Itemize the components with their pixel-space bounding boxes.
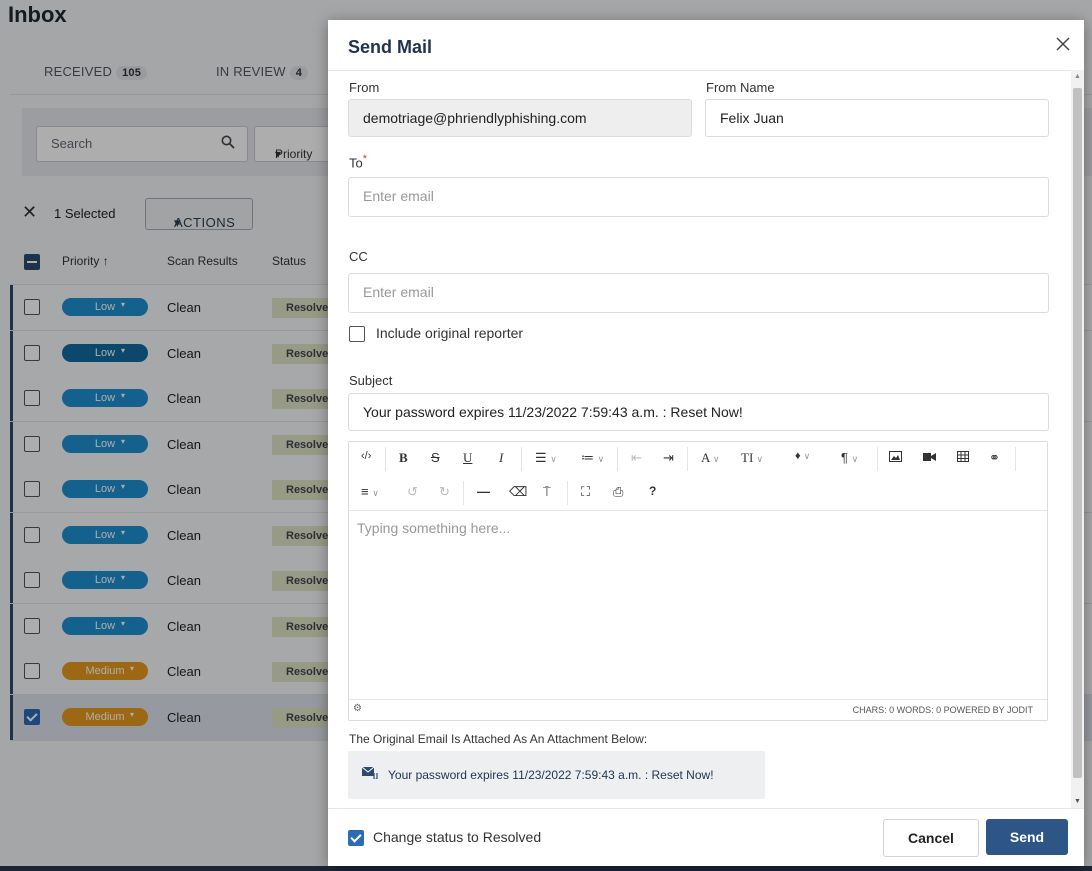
subject-input[interactable]: Your password expires 11/23/2022 7:59:43… <box>348 393 1049 431</box>
scrollbar-thumb[interactable] <box>1073 88 1082 778</box>
send-button[interactable]: Send <box>986 819 1068 855</box>
numbered-list-icon[interactable]: ≔ ∨ <box>581 450 604 466</box>
fullscreen-icon[interactable]: ⛶ <box>581 484 590 500</box>
outdent-icon[interactable]: ⇤ <box>631 450 642 466</box>
redo-icon[interactable]: ↻ <box>439 484 450 500</box>
undo-icon[interactable]: ↺ <box>407 484 418 500</box>
editor-stats: CHARS: 0 WORDS: 0 POWERED BY JODIT <box>852 705 1033 715</box>
cc-label: CC <box>349 249 368 264</box>
help-icon[interactable]: ? <box>649 484 656 498</box>
dialog-title: Send Mail <box>348 37 433 57</box>
format-painter-icon[interactable]: ⍑ <box>543 484 551 500</box>
print-icon[interactable]: ⎙ <box>613 484 623 500</box>
from-name-label: From Name <box>706 80 775 95</box>
to-input[interactable]: Enter email <box>348 177 1049 217</box>
rich-text-editor: ‹/› B S U I ☰ ∨ ≔ ∨ ⇤ ⇥ A ∨ TI ∨ ♦ ∨ ¶ ∨ <box>348 441 1048 721</box>
eraser-icon[interactable]: ⌫ <box>509 484 527 500</box>
from-label: From <box>349 80 380 95</box>
cc-input[interactable]: Enter email <box>348 273 1049 313</box>
include-reporter-label: Include original reporter <box>376 325 524 341</box>
to-label: To* <box>349 153 367 171</box>
editor-content[interactable]: Typing something here... <box>357 520 510 536</box>
font-icon[interactable]: A ∨ <box>701 450 720 466</box>
font-size-icon[interactable]: TI ∨ <box>741 450 763 466</box>
dialog-footer: Change status to Resolved Cancel Send <box>328 808 1084 867</box>
email-attachment-icon <box>361 766 378 782</box>
editor-toolbar-row-1: ‹/› B S U I ☰ ∨ ≔ ∨ ⇤ ⇥ A ∨ TI ∨ ♦ ∨ ¶ ∨ <box>349 442 1047 477</box>
change-status-checkbox[interactable] <box>348 830 364 846</box>
editor-status-bar: ⚙ CHARS: 0 WORDS: 0 POWERED BY JODIT <box>349 699 1047 720</box>
from-name-input[interactable]: Felix Juan <box>705 99 1049 137</box>
dialog-header: Send Mail <box>328 20 1084 71</box>
required-marker: * <box>362 153 367 165</box>
align-icon[interactable]: ≡ ∨ <box>361 484 379 499</box>
settings-icon[interactable]: ⚙ <box>353 703 362 714</box>
attachment-note: The Original Email Is Attached As An Att… <box>349 732 648 746</box>
from-field: demotriage@phriendlyphishing.com <box>348 99 692 137</box>
bold-icon[interactable]: B <box>399 450 408 466</box>
indent-icon[interactable]: ⇥ <box>663 450 674 466</box>
color-drop-icon[interactable]: ♦ ∨ <box>795 450 810 462</box>
horizontal-rule-icon[interactable]: — <box>477 484 490 499</box>
attachment-name: Your password expires 11/23/2022 7:59:43… <box>388 768 714 782</box>
close-icon[interactable] <box>1056 33 1070 55</box>
source-code-icon[interactable]: ‹/› <box>361 450 371 462</box>
bullet-list-icon[interactable]: ☰ ∨ <box>535 450 557 466</box>
paragraph-icon[interactable]: ¶ ∨ <box>841 450 858 465</box>
send-mail-dialog: Send Mail From demotriage@phriendlyphish… <box>328 20 1084 866</box>
cancel-button[interactable]: Cancel <box>883 819 979 857</box>
strikethrough-icon[interactable]: S <box>431 450 440 465</box>
attachment-chip[interactable]: Your password expires 11/23/2022 7:59:43… <box>348 751 765 799</box>
subject-label: Subject <box>349 373 393 388</box>
underline-icon[interactable]: U <box>463 450 472 466</box>
link-icon[interactable]: ⚭ <box>989 450 1000 466</box>
scroll-down-icon[interactable]: ▼ <box>1074 798 1081 805</box>
editor-toolbar-row-2: ≡ ∨ ↺ ↻ — ⌫ ⍑ ⛶ ⎙ ? <box>349 476 1047 511</box>
dialog-scrollbar[interactable]: ▲ ▼ <box>1071 70 1084 808</box>
change-status-label: Change status to Resolved <box>373 829 542 845</box>
table-icon[interactable] <box>957 450 969 465</box>
include-reporter-checkbox[interactable] <box>349 326 365 342</box>
scroll-up-icon[interactable]: ▲ <box>1074 73 1081 80</box>
italic-icon[interactable]: I <box>499 450 503 466</box>
image-icon[interactable] <box>889 450 902 465</box>
video-icon[interactable] <box>923 450 936 465</box>
